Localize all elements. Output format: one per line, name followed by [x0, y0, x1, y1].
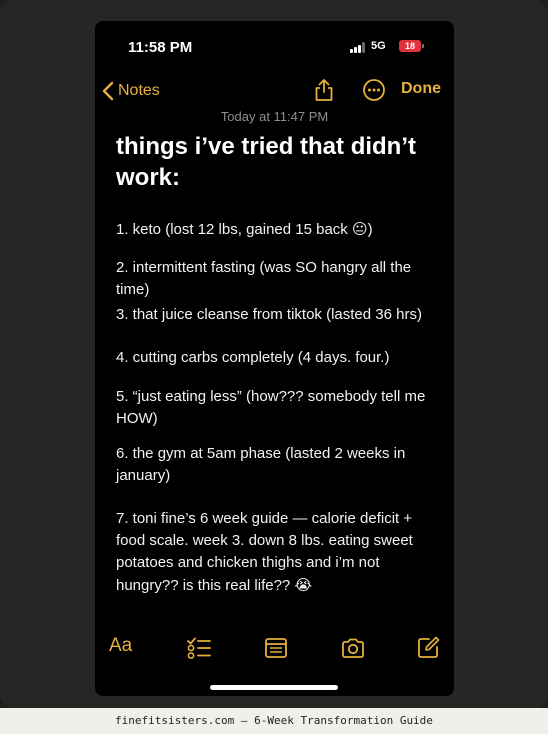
- status-time: 11:58 PM: [128, 39, 193, 56]
- format-button[interactable]: Aa: [109, 635, 132, 657]
- list-item[interactable]: 7. toni fine’s 6 week guide — calorie de…: [116, 508, 436, 597]
- back-chevron-icon: [102, 81, 114, 101]
- compose-icon[interactable]: [415, 635, 441, 661]
- back-label: Notes: [118, 82, 160, 99]
- back-button[interactable]: Notes: [101, 79, 160, 103]
- share-icon[interactable]: [311, 77, 337, 103]
- caption: finefitsisters.com — 6-Week Transformati…: [0, 708, 548, 734]
- done-button[interactable]: Done: [401, 80, 441, 98]
- battery-nub: [422, 44, 424, 48]
- home-indicator[interactable]: [210, 685, 338, 690]
- list-item[interactable]: 5. “just eating less” (how??? somebody t…: [116, 386, 436, 430]
- neutral-face-emoji: 😐: [351, 220, 368, 238]
- table-icon[interactable]: [263, 635, 289, 661]
- more-icon[interactable]: [361, 77, 387, 103]
- note-timestamp: Today at 11:47 PM: [220, 109, 329, 124]
- phone-screen: 11:58 PM 5G 18 Notes Done Today at 11:47…: [95, 21, 454, 696]
- camera-icon[interactable]: [340, 635, 366, 661]
- list-item[interactable]: 4. cutting carbs completely (4 days. fou…: [116, 347, 436, 369]
- crying-face-emoji: 😭: [294, 576, 312, 594]
- list-item[interactable]: 1. keto (lost 12 lbs, gained 15 back 😐): [116, 218, 436, 241]
- signal-icon: [350, 42, 366, 53]
- list-item[interactable]: 2. intermittent fasting (was SO hangry a…: [116, 257, 436, 301]
- checklist-icon[interactable]: [186, 635, 212, 661]
- item-text: 1. keto (lost 12 lbs, gained 15 back: [116, 221, 352, 238]
- network-label: 5G: [371, 40, 386, 52]
- item-text: 7. toni fine’s 6 week guide — calorie de…: [116, 510, 413, 594]
- battery-icon: 18: [399, 40, 421, 52]
- note-title[interactable]: things i’ve tried that didn’t work:: [116, 131, 436, 193]
- item-text-tail: ): [367, 221, 373, 238]
- list-item[interactable]: 6. the gym at 5am phase (lasted 2 weeks …: [116, 443, 436, 487]
- list-item[interactable]: 3. that juice cleanse from tiktok (laste…: [116, 304, 436, 326]
